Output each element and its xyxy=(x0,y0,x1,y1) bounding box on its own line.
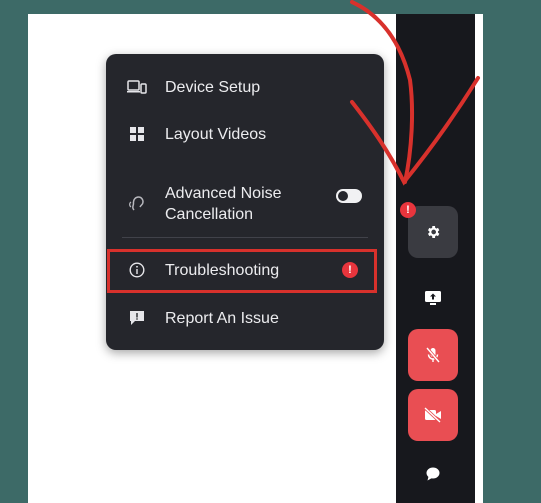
mic-muted-button[interactable] xyxy=(408,329,458,381)
menu-divider xyxy=(122,237,368,238)
chat-icon xyxy=(426,467,440,481)
settings-menu: Device Setup Layout Videos Advanced Nois… xyxy=(106,54,384,350)
camera-off-button[interactable] xyxy=(408,389,458,441)
menu-item-report-issue[interactable]: Report An Issue xyxy=(106,298,384,338)
noise-cancellation-toggle[interactable] xyxy=(336,189,362,203)
settings-button[interactable] xyxy=(408,206,458,258)
menu-item-label: Device Setup xyxy=(165,78,261,96)
menu-item-device-setup[interactable]: Device Setup xyxy=(106,67,384,107)
menu-item-label: Layout Videos xyxy=(165,125,267,143)
camera-off-icon xyxy=(423,407,442,423)
screen-share-icon xyxy=(425,291,441,305)
ear-icon xyxy=(126,193,148,215)
right-panel-edge xyxy=(475,14,483,503)
menu-item-label: Advanced Noise Cancellation xyxy=(165,185,282,223)
chat-button[interactable] xyxy=(416,457,450,491)
troubleshooting-highlight-annotation xyxy=(107,249,377,293)
gear-icon xyxy=(428,226,440,238)
mic-muted-icon xyxy=(425,347,441,363)
menu-item-layout-videos[interactable]: Layout Videos xyxy=(106,114,384,154)
call-toolbar: ! xyxy=(396,14,475,503)
layout-grid-icon xyxy=(126,123,148,145)
settings-alert-badge: ! xyxy=(400,202,416,218)
screenshot: ! Device Setup Layout Videos Advanced No… xyxy=(0,0,541,503)
screen-share-button[interactable] xyxy=(416,281,450,315)
report-issue-icon xyxy=(126,307,148,329)
menu-item-label: Report An Issue xyxy=(165,309,279,327)
menu-item-noise-cancellation[interactable]: Advanced Noise Cancellation xyxy=(106,172,384,236)
device-setup-icon xyxy=(126,76,148,98)
